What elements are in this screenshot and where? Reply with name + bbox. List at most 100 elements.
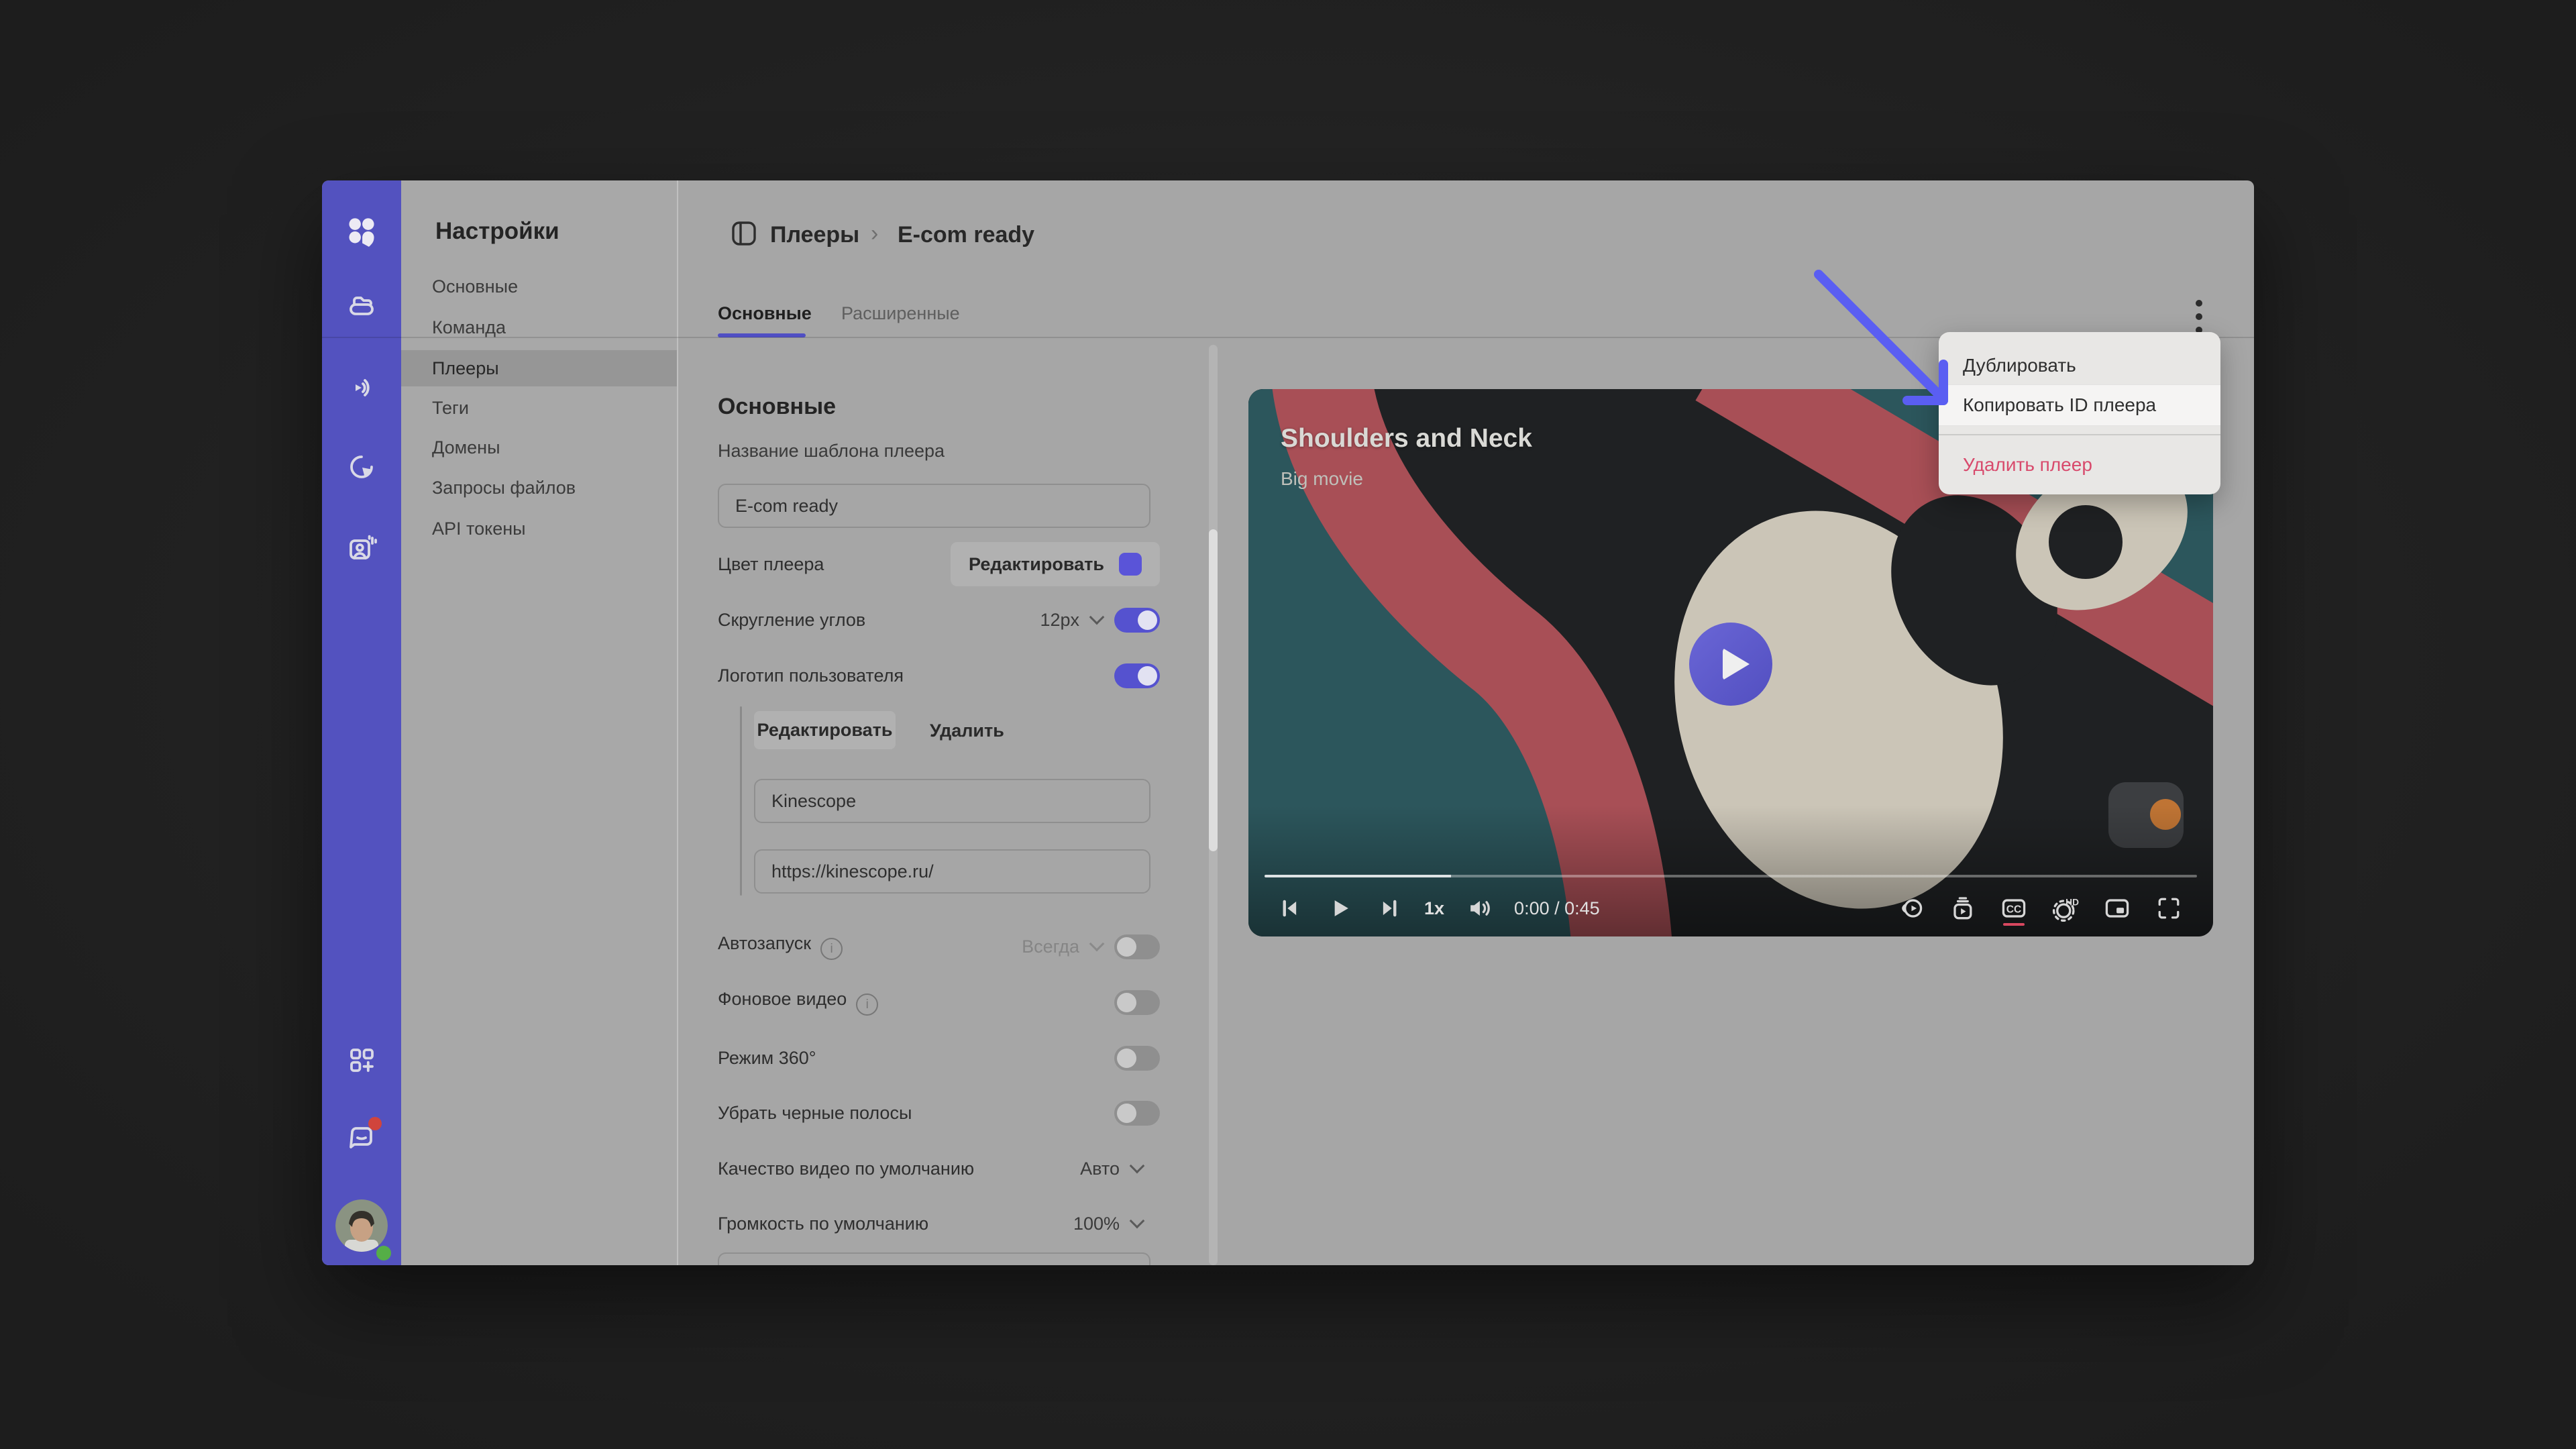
- user-logo-label: Логотип пользователя: [718, 665, 904, 686]
- mode-360-row: Режим 360°: [718, 1036, 1160, 1080]
- videos-icon[interactable]: [345, 289, 378, 321]
- chevron-down-icon[interactable]: [1130, 1159, 1145, 1174]
- menu-item-delete-player[interactable]: Удалить плеер: [1939, 446, 2220, 484]
- sidebar-item-tags[interactable]: Теги: [401, 390, 677, 426]
- sidebar-item-label: API токены: [432, 519, 526, 539]
- menu-separator: [1939, 434, 2220, 435]
- chat-notification-badge: [368, 1117, 382, 1130]
- pip-icon[interactable]: [2102, 894, 2132, 923]
- mode-360-toggle[interactable]: [1114, 1046, 1160, 1071]
- default-quality-row: Качество видео по умолчанию Авто: [718, 1146, 1160, 1191]
- edit-logo-button-label: Редактировать: [757, 720, 893, 741]
- fullscreen-icon[interactable]: [2154, 894, 2184, 923]
- autoplay-row: Автозапускi Всегда: [718, 924, 1160, 969]
- logo-url-input[interactable]: https://kinescope.ru/: [754, 849, 1150, 894]
- settings-hd-icon[interactable]: HD: [2051, 894, 2080, 923]
- cast-icon[interactable]: [1896, 894, 1925, 923]
- big-play-button[interactable]: [1689, 623, 1772, 706]
- breadcrumb-current: E-com ready: [898, 222, 1034, 248]
- user-logo-row: Логотип пользователя: [718, 653, 1160, 698]
- sidebar-item-label: Домены: [432, 437, 500, 458]
- analytics-icon[interactable]: [345, 451, 378, 483]
- time-label: 0:00 / 0:45: [1514, 898, 1600, 919]
- color-swatch[interactable]: [1119, 553, 1142, 576]
- sidebar-item-label: Плееры: [432, 358, 499, 379]
- sidebar-item-file-requests[interactable]: Запросы файлов: [401, 470, 677, 506]
- chevron-down-icon[interactable]: [1130, 1214, 1145, 1229]
- logo-name-value: Kinescope: [771, 791, 856, 812]
- default-volume-label: Громкость по умолчанию: [718, 1214, 928, 1234]
- tab-advanced[interactable]: Расширенные: [841, 303, 960, 324]
- subtitles-icon[interactable]: CC: [1999, 894, 2029, 923]
- sidebar-item-label: Запросы файлов: [432, 478, 576, 498]
- annotation-arrow: [1805, 261, 1959, 415]
- streams-icon[interactable]: [345, 372, 378, 404]
- chat-icon[interactable]: [345, 1121, 378, 1153]
- next-field-input-partial[interactable]: [718, 1252, 1150, 1265]
- autoplay-label: Автозапускi: [718, 933, 843, 961]
- background-video-label: Фоновое видеоi: [718, 989, 878, 1016]
- user-avatar[interactable]: [335, 1199, 388, 1252]
- breadcrumb-separator-icon: ›: [871, 221, 878, 247]
- recordings-icon[interactable]: [345, 531, 378, 564]
- apps-add-icon[interactable]: [345, 1044, 378, 1076]
- user-logo-toggle[interactable]: [1114, 663, 1160, 688]
- video-subtitle: Big movie: [1281, 468, 1363, 490]
- play-icon[interactable]: [1325, 894, 1354, 923]
- edit-logo-button[interactable]: Редактировать: [754, 711, 896, 749]
- menu-item-copy-player-id[interactable]: Копировать ID плеера: [1939, 384, 2220, 426]
- sidebar-item-label: Основные: [432, 276, 518, 297]
- sidebar-item-team[interactable]: Команда: [401, 309, 677, 345]
- svg-text:CC: CC: [2006, 904, 2022, 916]
- remove-black-bars-toggle[interactable]: [1114, 1101, 1160, 1126]
- subtitles-active-underline: [2003, 923, 2025, 926]
- scrollbar-thumb[interactable]: [1209, 529, 1218, 851]
- chevron-down-icon[interactable]: [1089, 610, 1105, 625]
- chevron-down-icon[interactable]: [1089, 936, 1105, 952]
- remove-black-bars-label: Убрать черные полосы: [718, 1103, 912, 1124]
- form-section-title: Основные: [718, 394, 836, 420]
- volume-icon[interactable]: [1464, 894, 1494, 923]
- queue-icon[interactable]: [1947, 894, 1977, 923]
- speed-label[interactable]: 1x: [1424, 898, 1444, 919]
- info-icon[interactable]: i: [820, 938, 843, 960]
- sidebar-title: Настройки: [435, 218, 559, 245]
- next-icon[interactable]: [1375, 894, 1404, 923]
- edit-color-button-label: Редактировать: [969, 554, 1104, 575]
- default-quality-value[interactable]: Авто: [1080, 1159, 1120, 1179]
- autoplay-value[interactable]: Всегда: [1022, 936, 1079, 957]
- svg-text:HD: HD: [2065, 897, 2079, 907]
- remove-logo-button[interactable]: Удалить: [930, 720, 1004, 741]
- sidebar-item-general[interactable]: Основные: [401, 268, 677, 305]
- corner-radius-toggle[interactable]: [1114, 608, 1160, 633]
- edit-color-button[interactable]: Редактировать: [951, 542, 1160, 586]
- sidebar-item-domains[interactable]: Домены: [401, 429, 677, 466]
- info-icon[interactable]: i: [856, 994, 878, 1016]
- remove-black-bars-row: Убрать черные полосы: [718, 1091, 1160, 1135]
- corner-radius-value[interactable]: 12px: [1040, 610, 1079, 631]
- default-volume-value[interactable]: 100%: [1073, 1214, 1120, 1234]
- menu-item-duplicate[interactable]: Дублировать: [1939, 347, 2220, 384]
- online-status-dot: [376, 1246, 391, 1260]
- autoplay-toggle[interactable]: [1114, 934, 1160, 959]
- tab-basic[interactable]: Основные: [718, 303, 812, 324]
- app-window: Настройки Основные Команда Плееры Теги Д…: [322, 180, 2254, 1265]
- sidebar-item-players[interactable]: Плееры: [401, 350, 677, 386]
- sidebar-item-label: Команда: [432, 317, 506, 338]
- background-video-toggle[interactable]: [1114, 990, 1160, 1015]
- player-color-row: Цвет плеера Редактировать: [718, 542, 1160, 586]
- player-name-input[interactable]: E-com ready: [718, 484, 1150, 528]
- breadcrumb-section[interactable]: Плееры: [770, 222, 859, 248]
- panel-toggle-icon[interactable]: [731, 221, 757, 246]
- sidebar-item-api-tokens[interactable]: API токены: [401, 511, 677, 547]
- seek-bar[interactable]: [1265, 875, 2197, 877]
- logo-url-value: https://kinescope.ru/: [771, 861, 934, 882]
- kinescope-logo-icon[interactable]: [345, 215, 378, 248]
- form-scrollbar[interactable]: [1209, 345, 1218, 1265]
- previous-icon[interactable]: [1275, 894, 1305, 923]
- logo-group-indent-line: [740, 706, 742, 896]
- default-volume-row: Громкость по умолчанию 100%: [718, 1201, 1160, 1246]
- logo-name-input[interactable]: Kinescope: [754, 779, 1150, 823]
- context-menu: Дублировать Копировать ID плеера Удалить…: [1939, 332, 2220, 494]
- player-name-label: Название шаблона плеера: [718, 441, 945, 462]
